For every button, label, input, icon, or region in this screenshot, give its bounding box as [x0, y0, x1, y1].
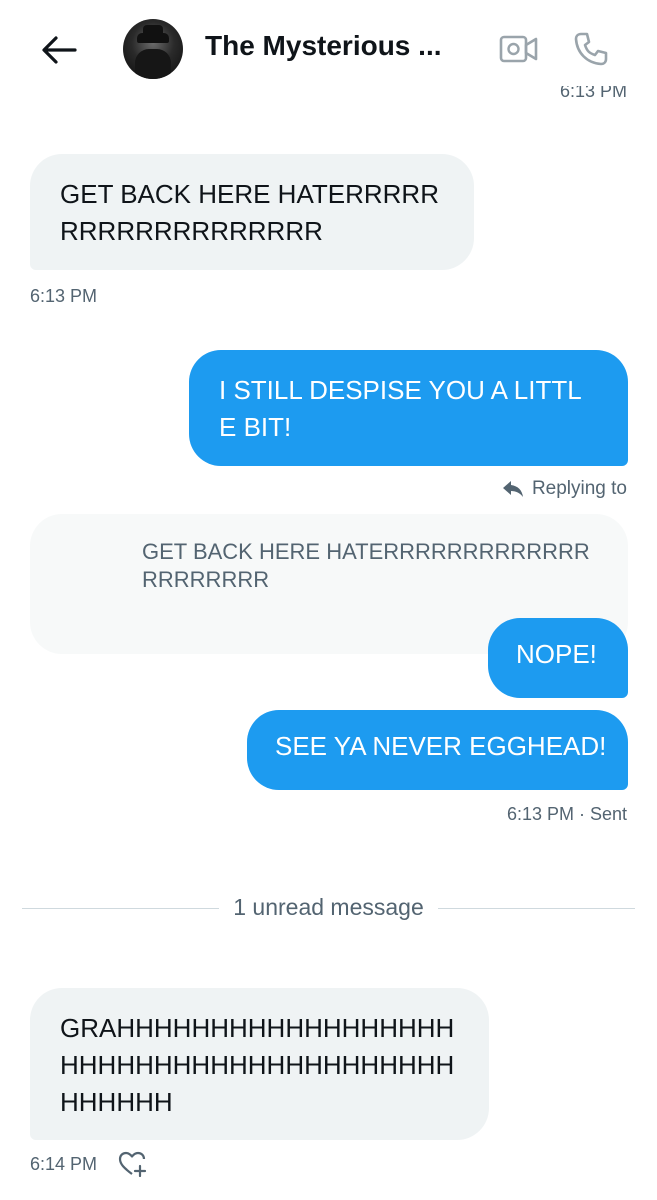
outgoing-message-bubble[interactable]: NOPE! [488, 618, 628, 698]
avatar-figure [135, 49, 171, 79]
outgoing-message-bubble[interactable]: SEE YA NEVER EGGHEAD! [247, 710, 628, 790]
unread-divider: 1 unread message [22, 890, 635, 930]
conversation-header: The Mysterious ... 6:13 PM [0, 0, 657, 100]
video-call-button[interactable] [498, 28, 540, 70]
conversation-title[interactable]: The Mysterious ... [205, 30, 475, 62]
phone-icon [574, 32, 608, 66]
incoming-message-bubble[interactable]: GRAHHHHHHHHHHHHHHHHHHHHHHHHHHHHHHHHHHHHH… [30, 988, 489, 1140]
message-status: 6:13 PM · Sent [506, 804, 627, 824]
unread-label: 1 unread message [219, 894, 438, 920]
add-reaction-button[interactable] [118, 1150, 148, 1178]
message-timestamp: 6:13 PM [30, 286, 98, 306]
outgoing-message-bubble[interactable]: I STILL DESPISE YOU A LITTLE BIT! [189, 350, 628, 466]
message-timestamp: 6:14 PM [30, 1154, 98, 1174]
avatar[interactable] [123, 19, 183, 79]
arrow-left-icon [42, 36, 77, 64]
replying-to-label: Replying to [502, 478, 627, 500]
avatar-hat-brim [137, 33, 169, 43]
replying-to-text: Replying to [531, 478, 627, 499]
heart-plus-icon [118, 1151, 147, 1177]
video-camera-icon [499, 35, 538, 63]
back-button[interactable] [38, 30, 80, 70]
incoming-message-bubble[interactable]: GET BACK HERE HATERRRRRRRRRRRRRRRRRRR [30, 154, 474, 270]
previous-timestamp: 6:13 PM [559, 86, 627, 101]
quoted-message-text: GET BACK HERE HATERRRRRRRRRRRRRRRRRRRRR [142, 539, 590, 592]
phone-call-button[interactable] [570, 28, 612, 70]
reply-arrow-icon [502, 481, 523, 497]
